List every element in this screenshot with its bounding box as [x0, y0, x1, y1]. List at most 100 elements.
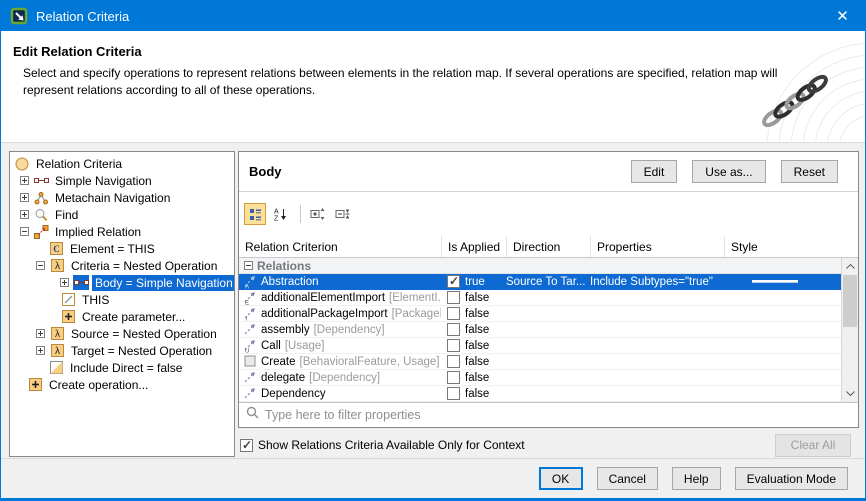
element-import-arrow-icon: E: [242, 291, 258, 305]
table-row[interactable]: UCall[Usage] false: [239, 338, 858, 354]
table-row[interactable]: IadditionalPackageImport[PackageI... fal…: [239, 306, 858, 322]
svg-text:C: C: [53, 244, 60, 254]
tree-item-find[interactable]: Find: [10, 206, 234, 223]
tree-item-create-operation[interactable]: Create operation...: [10, 376, 234, 393]
toolbar-separator: [300, 205, 301, 223]
filter-input[interactable]: [265, 408, 805, 422]
column-header-properties[interactable]: Properties: [590, 236, 724, 257]
lambda-icon: λ: [49, 343, 65, 358]
table-header: Relation Criterion Is Applied Direction …: [239, 236, 858, 258]
tree-item-metachain-navigation[interactable]: Metachain Navigation: [10, 189, 234, 206]
svg-text:A: A: [274, 209, 279, 216]
table-scrollbar[interactable]: [841, 258, 858, 402]
table-row[interactable]: Create[BehavioralFeature, Usage] false: [239, 354, 858, 370]
column-header-relation-criterion[interactable]: Relation Criterion: [239, 236, 441, 257]
column-header-is-applied[interactable]: Is Applied: [441, 236, 506, 257]
table-body: Relations AAbstraction true Source To Ta…: [239, 258, 858, 402]
table-row[interactable]: delegate[Dependency] false: [239, 370, 858, 386]
help-button[interactable]: Help: [672, 467, 721, 490]
create-plus-icon: [60, 309, 76, 324]
expander-icon[interactable]: [20, 193, 29, 202]
is-applied-checkbox[interactable]: [447, 339, 460, 352]
collapse-group-icon[interactable]: [244, 261, 253, 270]
dialog-button-bar: OK Cancel Help Evaluation Mode: [1, 458, 865, 498]
is-applied-checkbox[interactable]: [447, 323, 460, 336]
element-icon: C: [48, 241, 64, 256]
line-style-preview: [752, 280, 798, 283]
criteria-tree[interactable]: Relation Criteria Simple Navigation Meta…: [9, 151, 235, 457]
show-context-checkbox[interactable]: [240, 439, 253, 452]
expander-icon[interactable]: [60, 278, 69, 287]
edit-button[interactable]: Edit: [631, 160, 678, 183]
tree-item-relation-criteria[interactable]: Relation Criteria: [10, 155, 234, 172]
column-header-direction[interactable]: Direction: [506, 236, 590, 257]
panel-header: Body Edit Use as... Reset: [239, 152, 858, 192]
column-header-style[interactable]: Style: [724, 236, 858, 257]
criterion-panel: Body Edit Use as... Reset AZ: [238, 151, 859, 428]
tree-item-simple-navigation[interactable]: Simple Navigation: [10, 172, 234, 189]
simple-navigation-icon: [73, 275, 89, 290]
expander-icon[interactable]: [36, 329, 45, 338]
tree-item-source-nested-operation[interactable]: λ Source = Nested Operation: [10, 325, 234, 342]
svg-text:λ: λ: [55, 346, 60, 357]
tree-item-this[interactable]: THIS: [10, 291, 234, 308]
window-title: Relation Criteria: [36, 9, 820, 24]
tree-item-criteria-nested-operation[interactable]: λ Criteria = Nested Operation: [10, 257, 234, 274]
svg-text:λ: λ: [55, 329, 60, 340]
tree-item-create-parameter[interactable]: Create parameter...: [10, 308, 234, 325]
table-row[interactable]: assembly[Dependency] false: [239, 322, 858, 338]
include-direct-icon: [48, 360, 64, 375]
expander-icon[interactable]: [20, 176, 29, 185]
use-as-button[interactable]: Use as...: [692, 160, 765, 183]
sort-alphabetically-icon[interactable]: AZ: [269, 203, 291, 225]
collapse-nodes-icon[interactable]: [332, 203, 354, 225]
metachain-navigation-icon: [33, 190, 49, 205]
tree-item-body-simple-navigation[interactable]: Body = Simple Navigation: [10, 274, 234, 291]
package-import-arrow-icon: I: [242, 307, 258, 321]
expand-nodes-icon[interactable]: [307, 203, 329, 225]
scroll-up-icon[interactable]: [842, 258, 858, 275]
is-applied-checkbox[interactable]: [447, 275, 460, 288]
banner-title: Edit Relation Criteria: [1, 31, 865, 59]
show-context-label: Show Relations Criteria Available Only f…: [258, 438, 525, 452]
scrollbar-thumb[interactable]: [843, 275, 857, 327]
close-icon[interactable]: ✕: [820, 1, 865, 31]
expander-icon[interactable]: [36, 346, 45, 355]
dependency-arrow-icon: [242, 323, 258, 337]
svg-text:U: U: [245, 348, 249, 353]
expander-icon[interactable]: [20, 210, 29, 219]
evaluation-mode-button[interactable]: Evaluation Mode: [735, 467, 848, 490]
svg-text:E: E: [245, 300, 249, 305]
tree-item-target-nested-operation[interactable]: λ Target = Nested Operation: [10, 342, 234, 359]
is-applied-checkbox[interactable]: [447, 371, 460, 384]
tree-item-implied-relation[interactable]: Implied Relation: [10, 223, 234, 240]
categorized-view-icon[interactable]: [244, 203, 266, 225]
cancel-button[interactable]: Cancel: [597, 467, 658, 490]
title-bar[interactable]: Relation Criteria ✕: [1, 1, 865, 31]
reset-button[interactable]: Reset: [781, 160, 838, 183]
is-applied-checkbox[interactable]: [447, 307, 460, 320]
create-square-icon: [242, 355, 258, 368]
table-row[interactable]: AAbstraction true Source To Tar... Inclu…: [239, 274, 858, 290]
expander-icon[interactable]: [20, 227, 29, 236]
chain-decoration-icon: [743, 37, 865, 141]
lambda-icon: λ: [49, 326, 65, 341]
table-row[interactable]: EadditionalElementImport[ElementI... fal…: [239, 290, 858, 306]
clear-all-button[interactable]: Clear All: [775, 434, 851, 457]
svg-text:A: A: [245, 284, 249, 289]
usage-arrow-icon: U: [242, 339, 258, 353]
create-plus-icon: [27, 377, 43, 392]
tree-item-include-direct[interactable]: Include Direct = false: [10, 359, 234, 376]
is-applied-checkbox[interactable]: [447, 355, 460, 368]
group-row-relations[interactable]: Relations: [239, 258, 858, 274]
scroll-down-icon[interactable]: [842, 385, 858, 402]
svg-text:Z: Z: [274, 216, 279, 222]
ok-button[interactable]: OK: [539, 467, 583, 490]
expander-icon[interactable]: [36, 261, 45, 270]
tree-item-element-this[interactable]: C Element = THIS: [10, 240, 234, 257]
is-applied-checkbox[interactable]: [447, 291, 460, 304]
dialog-banner: Edit Relation Criteria Select and specif…: [1, 31, 865, 143]
implied-relation-icon: [33, 224, 49, 239]
table-row[interactable]: Dependency false: [239, 386, 858, 402]
is-applied-checkbox[interactable]: [447, 387, 460, 400]
